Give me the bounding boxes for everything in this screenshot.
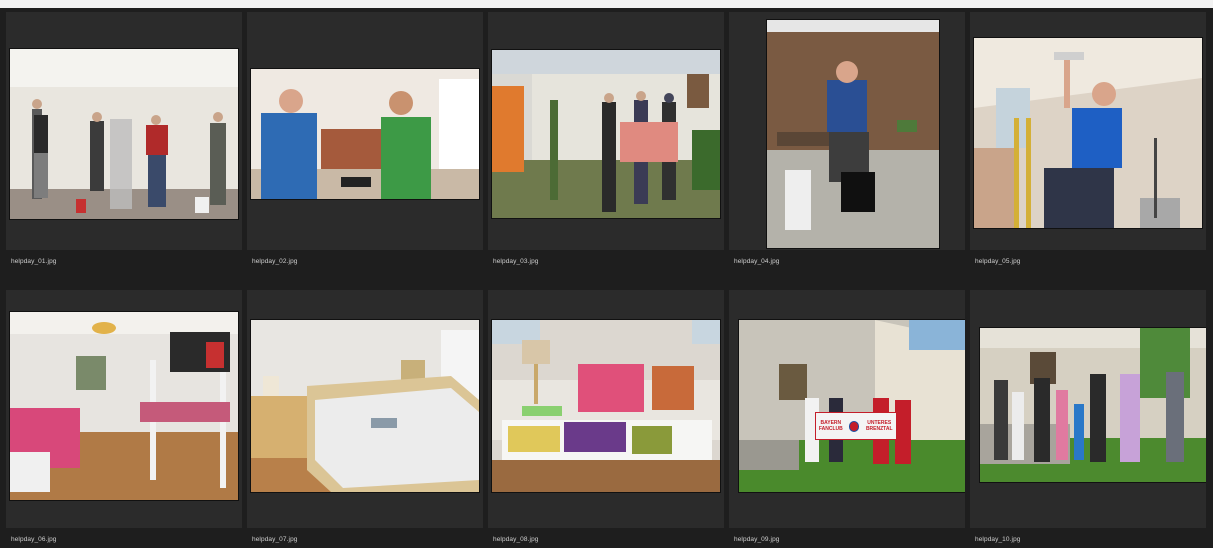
thumbnail-frame (970, 12, 1206, 250)
fanclub-banner: BAYERN FANCLUB UNTERES BRENZTAL (815, 412, 897, 440)
thumbnail-item[interactable]: helpday_02.jpg (247, 12, 483, 265)
thumbnail-item[interactable]: helpday_01.jpg (6, 12, 242, 265)
file-name-label: helpday_10.jpg (975, 536, 1021, 543)
thumbnail-grid: helpday_01.jpg helpday_02.jpg helpday_03… (6, 12, 1208, 544)
thumbnail-item[interactable]: helpday_05.jpg (970, 12, 1206, 265)
photo-helpday-02[interactable] (251, 69, 479, 199)
banner-text-right: UNTERES BRENZTAL (865, 420, 893, 432)
file-name-label: helpday_02.jpg (252, 258, 298, 265)
photo-helpday-10[interactable] (980, 328, 1206, 482)
thumbnail-frame (247, 290, 483, 528)
file-name-label: helpday_03.jpg (493, 258, 539, 265)
top-edge-strip (0, 0, 1213, 8)
photo-helpday-07[interactable] (251, 320, 479, 492)
thumbnail-item[interactable]: helpday_06.jpg (6, 290, 242, 543)
photo-helpday-04[interactable] (767, 20, 939, 248)
thumbnail-item[interactable]: BAYERN FANCLUB UNTERES BRENZTAL helpday_… (729, 290, 965, 543)
club-crest-icon (848, 420, 860, 432)
file-name-label: helpday_07.jpg (252, 536, 298, 543)
thumbnail-frame (247, 12, 483, 250)
thumbnail-item[interactable]: helpday_04.jpg (729, 12, 965, 265)
thumbnail-item[interactable]: helpday_08.jpg (488, 290, 724, 543)
banner-text-left: BAYERN FANCLUB (818, 420, 843, 432)
photo-helpday-08[interactable] (492, 320, 720, 492)
photo-helpday-03[interactable] (492, 50, 720, 218)
photo-helpday-09[interactable]: BAYERN FANCLUB UNTERES BRENZTAL (739, 320, 965, 492)
file-name-label: helpday_05.jpg (975, 258, 1021, 265)
thumbnail-frame (6, 290, 242, 528)
thumbnail-frame (6, 12, 242, 250)
photo-helpday-01[interactable] (10, 49, 238, 219)
thumbnail-frame (970, 290, 1206, 528)
thumbnail-frame (488, 290, 724, 528)
thumbnail-item[interactable]: helpday_07.jpg (247, 290, 483, 543)
file-name-label: helpday_01.jpg (11, 258, 57, 265)
file-name-label: helpday_08.jpg (493, 536, 539, 543)
thumbnail-frame (488, 12, 724, 250)
thumbnail-item[interactable]: helpday_03.jpg (488, 12, 724, 265)
file-name-label: helpday_06.jpg (11, 536, 57, 543)
photo-helpday-05[interactable] (974, 38, 1202, 228)
file-name-label: helpday_04.jpg (734, 258, 780, 265)
thumbnail-frame: BAYERN FANCLUB UNTERES BRENZTAL (729, 290, 965, 528)
thumbnail-item[interactable]: helpday_10.jpg (970, 290, 1206, 543)
thumbnail-frame (729, 12, 965, 250)
photo-helpday-06[interactable] (10, 312, 238, 500)
file-name-label: helpday_09.jpg (734, 536, 780, 543)
